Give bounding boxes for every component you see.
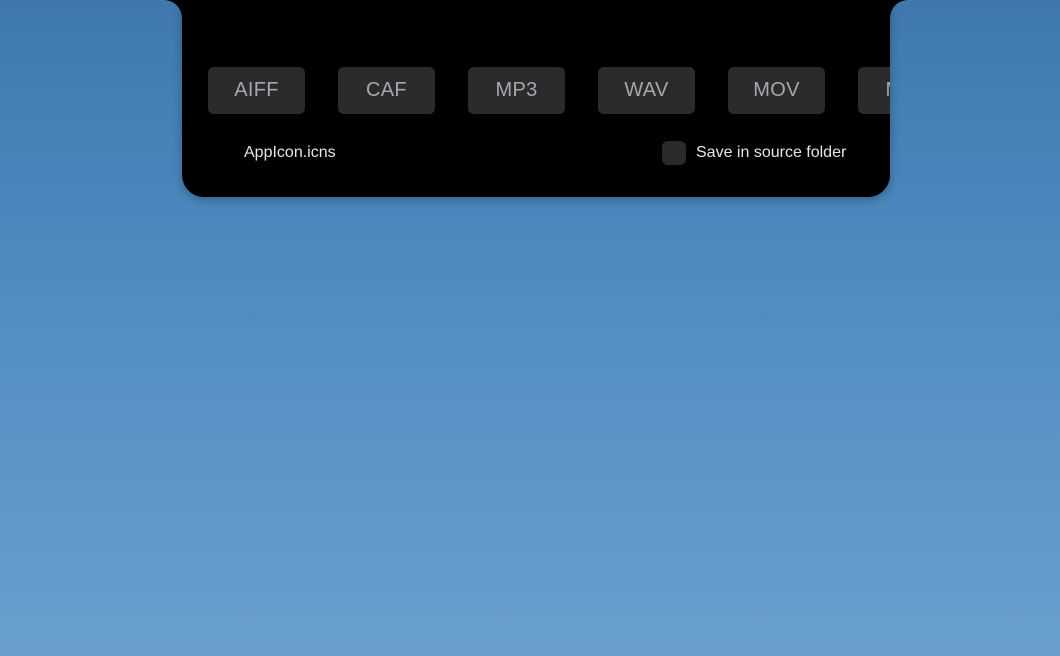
- panel-right-shoulder: [890, 0, 908, 18]
- format-button-row: AIFF CAF MP3 WAV MOV M4A: [208, 67, 890, 114]
- format-button-mp3[interactable]: MP3: [468, 67, 565, 114]
- save-in-source-option[interactable]: Save in source folder: [662, 141, 846, 165]
- save-in-source-checkbox[interactable]: [662, 141, 686, 165]
- conversion-panel: AIFF CAF MP3 WAV MOV M4A AppIcon.icns Sa…: [182, 0, 890, 197]
- source-file-name: AppIcon.icns: [244, 144, 336, 161]
- format-button-caf[interactable]: CAF: [338, 67, 435, 114]
- format-button-wav[interactable]: WAV: [598, 67, 695, 114]
- format-button-m4a[interactable]: M4A: [858, 67, 890, 114]
- format-button-aiff[interactable]: AIFF: [208, 67, 305, 114]
- panel-left-shoulder: [164, 0, 182, 18]
- format-button-mov[interactable]: MOV: [728, 67, 825, 114]
- save-in-source-label: Save in source folder: [696, 144, 847, 161]
